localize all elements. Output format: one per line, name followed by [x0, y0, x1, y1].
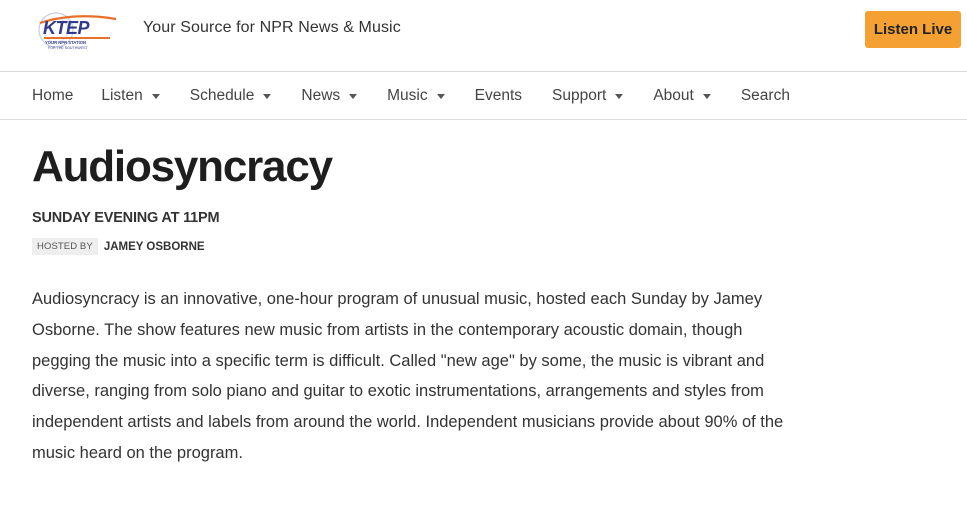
site-tagline: Your Source for NPR News & Music — [143, 19, 401, 36]
page-title: Audiosyncracy — [32, 142, 333, 191]
nav-item-label: Events — [474, 87, 523, 104]
program-description: Audiosyncracy is an innovative, one-hour… — [32, 290, 784, 462]
listen-live-button[interactable]: Listen Live — [865, 11, 961, 48]
nav-item-label: News — [301, 87, 341, 104]
nav-item-schedule[interactable]: Schedule — [190, 72, 272, 120]
nav-item-label: Support — [552, 87, 607, 104]
chevron-down-icon — [436, 94, 445, 99]
svg-text:YOUR NPR STATION: YOUR NPR STATION — [45, 40, 86, 45]
nav-item-label: Listen — [101, 87, 143, 104]
station-logo[interactable]: KTEP YOUR NPR STATION FOR THE SOUTHWEST — [34, 10, 120, 52]
nav-item-search[interactable]: Search — [741, 72, 790, 120]
chevron-down-icon — [263, 94, 272, 99]
nav-item-events[interactable]: Events — [475, 72, 522, 120]
nav-item-label: Search — [740, 87, 790, 104]
chevron-down-icon — [151, 94, 160, 99]
nav-item-label: Schedule — [189, 87, 255, 104]
nav-item-news[interactable]: News — [301, 72, 358, 120]
nav-item-support[interactable]: Support — [552, 72, 624, 120]
hosted-by-label: HOSTED BY — [32, 238, 98, 255]
program-schedule: SUNDAY EVENING AT 11PM — [32, 210, 220, 226]
main-navigation: Home Listen Schedule News Music Events Support… — [0, 72, 967, 120]
chevron-down-icon — [702, 94, 711, 99]
nav-item-about[interactable]: About — [653, 72, 711, 120]
program-content: Audiosyncracy SUNDAY EVENING AT 11PM HOS… — [0, 120, 967, 469]
nav-item-label: About — [653, 87, 694, 104]
chevron-down-icon — [349, 94, 358, 99]
nav-item-label: Home — [32, 87, 74, 104]
site-header: KTEP YOUR NPR STATION FOR THE SOUTHWEST … — [0, 0, 967, 72]
logo-text: KTEP — [43, 18, 91, 38]
svg-text:FOR THE SOUTHWEST: FOR THE SOUTHWEST — [48, 46, 88, 50]
nav-item-label: Music — [387, 87, 428, 104]
nav-item-music[interactable]: Music — [387, 72, 445, 120]
nav-list: Home Listen Schedule News Music Events Support… — [0, 72, 967, 120]
nav-item-listen[interactable]: Listen — [101, 72, 160, 120]
host-byline: HOSTED BY JAMEY OSBORNE — [32, 238, 967, 255]
chevron-down-icon — [615, 94, 624, 99]
host-name-link[interactable]: JAMEY OSBORNE — [104, 241, 205, 253]
nav-item-home[interactable]: Home — [32, 72, 73, 120]
